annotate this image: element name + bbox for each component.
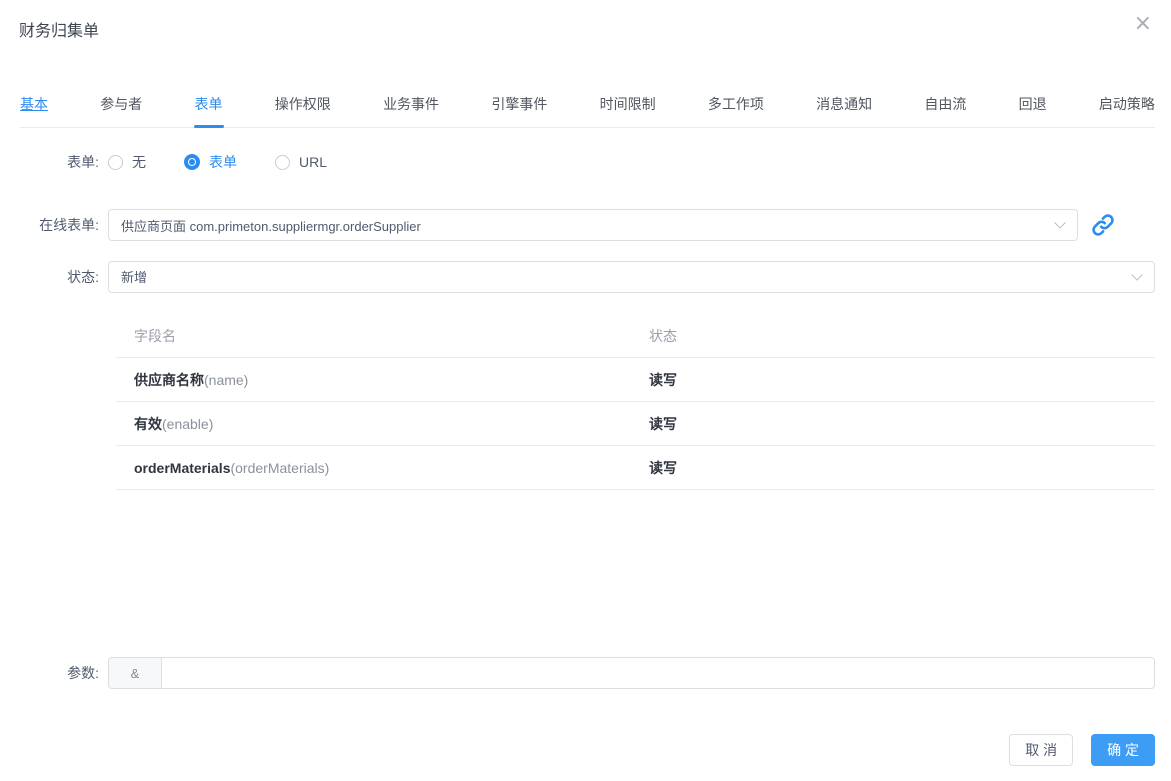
column-header-status: 状态 — [649, 328, 677, 344]
table-row[interactable]: orderMaterials(orderMaterials) 读写 — [116, 446, 1155, 490]
params-row: 参数: & — [0, 657, 1155, 689]
field-name: orderMaterials — [134, 460, 231, 476]
radio-url-label: URL — [299, 154, 328, 170]
tab-business-event[interactable]: 业务事件 — [383, 95, 439, 113]
status-select-value: 新增 — [121, 270, 148, 285]
tab-rollback[interactable]: 回退 — [1019, 95, 1047, 113]
table-row[interactable]: 有效(enable) 读写 — [116, 402, 1155, 446]
field-code: (enable) — [162, 416, 214, 432]
tab-message-notify[interactable]: 消息通知 — [816, 95, 872, 113]
dialog-title: 财务归集单 — [19, 23, 100, 40]
field-status: 读写 — [649, 416, 677, 432]
tab-free-flow[interactable]: 自由流 — [924, 95, 966, 113]
status-row: 状态: 新增 — [0, 260, 1155, 293]
field-name: 供应商名称 — [134, 372, 204, 388]
radio-url[interactable]: URL — [275, 154, 327, 170]
params-input[interactable] — [161, 657, 1155, 689]
radio-none[interactable]: 无 — [108, 152, 146, 172]
radio-none-label: 无 — [132, 154, 146, 170]
form-link-icon[interactable] — [1091, 213, 1115, 237]
online-form-select[interactable]: 供应商页面 com.primeton.suppliermgr.orderSupp… — [108, 209, 1078, 241]
radio-form[interactable]: 表单 — [184, 152, 237, 172]
tab-operation-permission[interactable]: 操作权限 — [275, 95, 331, 113]
radio-icon — [275, 154, 290, 170]
fields-table: 字段名 状态 供应商名称(name) 读写 有效(enable) 读写 orde… — [116, 317, 1155, 490]
tab-start-strategy[interactable]: 启动策略 — [1099, 95, 1155, 113]
field-status: 读写 — [649, 372, 677, 388]
cancel-button[interactable]: 取 消 — [1009, 734, 1074, 766]
form-type-radio-group: 无 表单 URL — [108, 152, 365, 172]
form-type-label: 表单: — [67, 154, 99, 170]
tab-participants[interactable]: 参与者 — [100, 95, 142, 113]
tab-time-limit[interactable]: 时间限制 — [600, 95, 656, 113]
tab-basic[interactable]: 基本 — [20, 95, 48, 113]
radio-icon — [108, 154, 123, 170]
tab-multi-workitem[interactable]: 多工作项 — [708, 95, 764, 113]
status-label: 状态: — [67, 268, 99, 285]
form-type-row: 表单: 无 表单 URL — [0, 147, 1155, 177]
params-label: 参数: — [67, 665, 99, 681]
dialog-footer: 取 消 确 定 — [1009, 734, 1155, 766]
field-status: 读写 — [649, 460, 677, 476]
online-form-row: 在线表单: 供应商页面 com.primeton.suppliermgr.ord… — [0, 209, 1115, 241]
chevron-down-icon — [1054, 217, 1066, 229]
online-form-label: 在线表单: — [39, 217, 99, 233]
column-header-field-name: 字段名 — [134, 328, 176, 344]
field-code: (name) — [204, 372, 249, 388]
fields-table-header: 字段名 状态 — [116, 317, 1155, 358]
ok-button[interactable]: 确 定 — [1091, 734, 1155, 766]
field-code: (orderMaterials) — [230, 460, 330, 476]
online-form-select-value: 供应商页面 com.primeton.suppliermgr.orderSupp… — [121, 218, 421, 234]
tab-bar: 基本 参与者 表单 操作权限 业务事件 引擎事件 时间限制 多工作项 消息通知 … — [20, 95, 1155, 128]
tab-engine-event[interactable]: 引擎事件 — [491, 95, 547, 113]
status-select[interactable]: 新增 — [108, 260, 1155, 293]
chevron-down-icon — [1131, 268, 1143, 281]
params-input-group: & — [108, 657, 1155, 689]
radio-form-label: 表单 — [209, 154, 237, 170]
close-icon[interactable]: × — [1128, 11, 1158, 37]
field-name: 有效 — [134, 416, 162, 432]
radio-selected-icon — [184, 154, 200, 170]
params-addon: & — [108, 657, 161, 689]
table-row[interactable]: 供应商名称(name) 读写 — [116, 358, 1155, 402]
tab-form[interactable]: 表单 — [193, 95, 224, 128]
